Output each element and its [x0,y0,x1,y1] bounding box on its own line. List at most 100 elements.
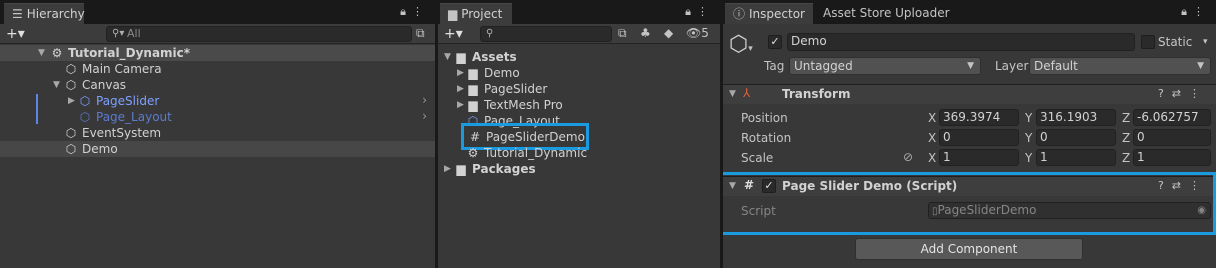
packages-folder[interactable]: ▆ Packages [454,161,535,177]
axis-z-label[interactable]: Z [1122,131,1130,145]
position-y-field[interactable]: 316.1903 [1036,109,1116,126]
tag-dropdown[interactable]: Untagged ▼ [789,57,981,75]
constrain-proportions-icon[interactable]: ⊘ [903,150,913,164]
rotation-x-value: 0 [943,130,951,144]
presets-icon[interactable]: ⇄ [1172,87,1189,100]
gameobject-icon[interactable]: ⬡▾ [729,34,753,60]
static-dropdown-icon[interactable]: ▾ [1203,37,1208,47]
static-checkbox[interactable] [1141,35,1155,49]
axis-x-label[interactable]: X [928,151,936,165]
help-icon[interactable]: ? [1158,87,1172,100]
position-x-field[interactable]: 369.3974 [939,109,1019,126]
axis-z-label[interactable]: Z [1122,151,1130,165]
inspector-panel: ⓘ Inspector Asset Store Uploader 🔒︎⋮ ⬡▾ ✓… [723,0,1216,268]
collapsed-arrow-icon[interactable]: ▶ [457,68,464,78]
scale-x-value: 1 [943,150,951,164]
list-item[interactable]: ⬡ Main Camera [64,61,162,77]
transform-header[interactable]: ▼ ⅄ Transform ?⇄⋮ [723,84,1216,104]
add-component-button[interactable]: Add Component [855,238,1083,260]
item-label: Main Camera [82,62,162,76]
rotation-y-field[interactable]: 0 [1036,129,1116,146]
active-checkbox[interactable]: ✓ [768,35,782,49]
lock-icon[interactable]: 🔒︎ [400,5,412,18]
kebab-menu-icon[interactable]: ⋮ [412,5,429,18]
axis-x-label[interactable]: X [928,111,936,125]
search-options-icon[interactable]: ⧉ [416,26,425,41]
gameobject-cube-icon: ⬡ [65,142,77,156]
panel-options[interactable]: 🔒︎⋮ [400,5,429,19]
item-label: EventSystem [82,126,162,140]
collapsed-arrow-icon[interactable]: ▶ [457,100,464,110]
collapsed-arrow-icon[interactable]: ▶ [68,96,75,106]
lock-icon[interactable]: 🔒︎ [1181,5,1193,18]
axis-y-label[interactable]: Y [1025,131,1032,145]
tab-inspector[interactable]: ⓘ Inspector [725,3,813,24]
axis-x-label[interactable]: X [928,131,936,145]
assets-folder[interactable]: ▆ Assets [454,49,516,65]
tab-asset-store-uploader[interactable]: Asset Store Uploader [815,3,958,24]
project-search-input[interactable]: ⚲ [480,26,612,42]
item-label: PageSliderDemo [486,130,585,144]
unity-scene-icon: ⚙ [467,146,479,160]
tab-hierarchy[interactable]: ☰ Hierarchy [4,3,85,24]
item-label: TextMesh Pro [484,98,563,112]
expand-arrow-icon[interactable]: ▼ [444,52,451,62]
lock-icon[interactable]: 🔒︎ [685,5,697,18]
kebab-menu-icon[interactable]: ⋮ [1189,87,1208,100]
position-z-field[interactable]: -6.062757 [1133,109,1211,126]
scale-z-field[interactable]: 1 [1133,149,1211,166]
rotation-z-field[interactable]: 0 [1133,129,1211,146]
create-button[interactable]: +▾ [6,25,25,43]
expand-arrow-icon[interactable]: ▼ [729,89,736,99]
panel-options[interactable]: 🔒︎⋮ [685,5,714,19]
scene-item[interactable]: ⚙ Tutorial_Dynamic* [50,45,190,61]
label-tag-icon[interactable]: ◆ [664,26,673,40]
panel-options[interactable]: 🔒︎⋮ [1181,5,1210,19]
kebab-menu-icon[interactable]: ⋮ [1193,5,1210,18]
item-label: Demo [82,142,118,156]
list-item[interactable]: ⬡ EventSystem [64,125,161,141]
expand-arrow-icon[interactable]: ▼ [53,80,60,90]
list-item[interactable]: ▆ Demo [466,65,520,81]
chevron-right-icon[interactable]: › [422,93,427,107]
filter-type-icon[interactable]: ♣ [640,26,651,40]
transform-title: Transform [782,87,851,101]
list-item[interactable]: ⬡ PageSlider [78,93,160,109]
position-label: Position [741,111,788,125]
item-label: Canvas [82,78,127,92]
object-name-field[interactable]: Demo [787,33,1135,51]
scale-y-field[interactable]: 1 [1036,149,1116,166]
position-y-value: 316.1903 [1040,110,1098,124]
axis-z-label[interactable]: Z [1122,111,1130,125]
scale-x-field[interactable]: 1 [939,149,1019,166]
collapsed-arrow-icon[interactable]: ▶ [457,84,464,94]
hidden-packages-icon[interactable]: 👁︎5 [686,26,709,40]
list-item[interactable]: ▆ TextMesh Pro [466,97,563,113]
tab-project[interactable]: ▆ Project [440,3,512,24]
unity-scene-icon: ⚙ [51,46,63,60]
item-label: Demo [484,66,520,80]
list-item[interactable]: ⚙ Tutorial_Dynamic [466,145,587,161]
kebab-menu-icon[interactable]: ⋮ [697,5,714,18]
hierarchy-search-input[interactable]: ⚲▾ All [106,26,412,42]
rotation-z-value: 0 [1137,130,1145,144]
create-button[interactable]: +▾ [444,25,463,43]
axis-y-label[interactable]: Y [1025,151,1032,165]
rotation-x-field[interactable]: 0 [939,129,1019,146]
list-item[interactable]: ▆ PageSlider [466,81,547,97]
expand-arrow-icon[interactable]: ▼ [38,48,45,58]
folder-icon: ▆ [468,66,478,80]
tab-hierarchy-label: Hierarchy [26,7,85,21]
list-item[interactable]: ⬡ Canvas [64,77,126,93]
item-label: PageSlider [96,94,160,108]
search-icon: ⚲ [486,28,494,39]
collapsed-arrow-icon[interactable]: ▶ [444,164,451,174]
chevron-right-icon[interactable]: › [422,109,427,123]
axis-y-label[interactable]: Y [1025,111,1032,125]
search-by-type-icon[interactable]: ⧉ [618,26,627,41]
list-item[interactable]: ⬡ Page_Layout [78,109,172,125]
list-item[interactable]: ⬡ Demo [64,141,118,157]
add-component-label: Add Component [920,242,1018,256]
list-item[interactable]: # PageSliderDemo [468,129,585,145]
layer-dropdown[interactable]: Default ▼ [1029,57,1211,75]
